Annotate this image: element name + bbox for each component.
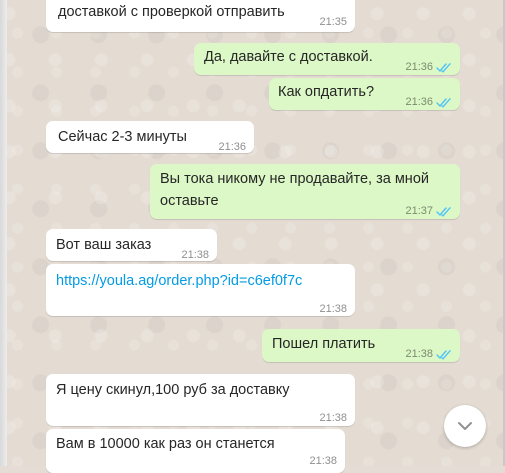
chevron-down-icon [458,422,472,430]
scroll-to-bottom-button[interactable] [444,405,486,447]
message-time: 21:38 [405,345,452,364]
message-time: 21:38 [181,249,209,261]
message-text-line-2: оставьте [160,193,219,209]
message-time: 21:36 [218,141,246,153]
message-outgoing[interactable]: Как опдатить? 21:36 [269,78,460,110]
message-time: 21:37 [405,202,452,221]
message-incoming[interactable]: Я цену скинул,100 руб за доставку 21:38 [46,374,355,426]
message-text: Сейчас 2-3 минуты [58,129,187,145]
message-time: 21:38 [319,412,347,424]
message-time: 21:36 [405,93,452,112]
message-text: Я цену скинул,100 руб за доставку [56,382,290,398]
message-text: Да, давайте с доставкой. [204,49,373,65]
message-incoming[interactable]: доставкой с проверкой отправить 21:35 [46,0,355,32]
message-text: Пошел платить [272,336,376,352]
order-link[interactable]: https://youla.ag/order.php?id=c6ef0f7c [56,272,302,291]
message-time: 21:38 [319,303,347,315]
message-text-line-1: Вы тока никому не продавайте, за мной [160,171,429,187]
message-time: 21:38 [309,455,337,467]
message-time: 21:36 [405,58,452,77]
read-ticks-icon [436,207,451,217]
message-text: Как опдатить? [278,84,375,100]
message-text: Вот ваш заказ [56,237,152,253]
read-ticks-icon [436,98,451,108]
message-text: доставкой с проверкой отправить [58,4,285,20]
message-time: 21:35 [319,16,347,28]
message-text: Вам в 10000 как раз он станется [56,436,275,452]
left-panel-edge [0,0,7,466]
read-ticks-icon [436,350,451,360]
message-incoming[interactable]: Вам в 10000 как раз он станется 21:38 [46,429,345,473]
message-outgoing[interactable]: Пошел платить 21:38 [262,329,460,362]
message-incoming[interactable]: Вот ваш заказ 21:38 [46,229,217,261]
message-incoming[interactable]: Сейчас 2-3 минуты 21:36 [46,121,254,153]
message-outgoing[interactable]: Да, давайте с доставкой. 21:36 [194,43,460,75]
message-incoming[interactable]: https://youla.ag/order.php?id=c6ef0f7c 2… [46,264,355,316]
read-ticks-icon [436,63,451,73]
message-outgoing[interactable]: Вы тока никому не продавайте, за мной ос… [150,164,460,219]
